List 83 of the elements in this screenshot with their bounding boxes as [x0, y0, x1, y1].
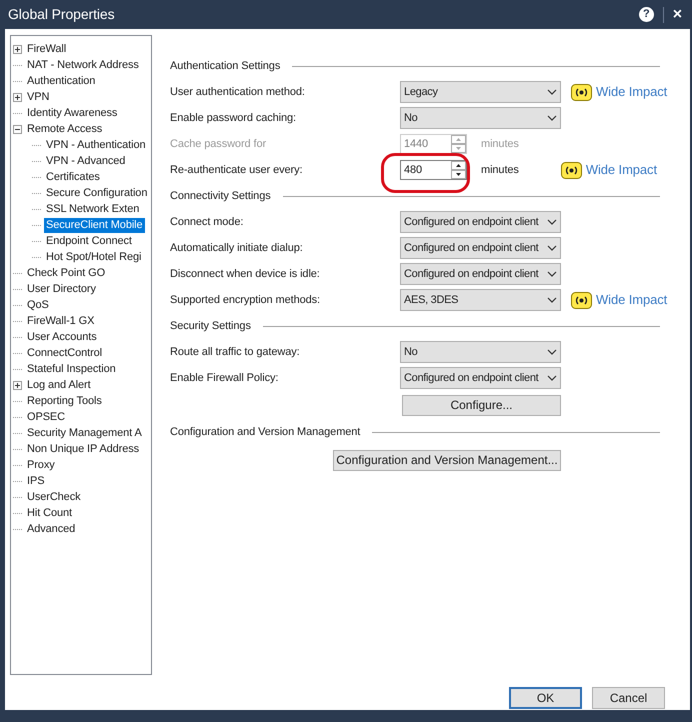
section-title: Security Settings — [170, 318, 251, 334]
tree-item[interactable]: Authentication — [25, 74, 98, 88]
chevron-down-icon — [547, 89, 557, 95]
tree-item[interactable]: QoS — [25, 298, 51, 312]
tree-item[interactable]: VPN — [25, 90, 52, 104]
tree-item[interactable]: Endpoint Connect — [44, 234, 134, 248]
broadcast-icon — [571, 84, 592, 100]
tree-item[interactable]: VPN - Authentication — [44, 138, 148, 152]
chevron-down-icon — [547, 297, 557, 303]
tree-item[interactable]: Hot Spot/Hotel Regi — [44, 250, 144, 264]
ok-button[interactable]: OK — [509, 687, 582, 709]
field-label: Route all traffic to gateway: — [170, 344, 301, 360]
tree-item[interactable]: SSL Network Exten — [44, 202, 142, 216]
chevron-down-icon — [547, 115, 557, 121]
field-label: Disconnect when device is idle: — [170, 266, 321, 282]
dropdown[interactable]: No — [400, 107, 561, 129]
dropdown[interactable]: Configured on endpoint client — [400, 367, 561, 389]
unit-label: minutes — [481, 136, 519, 152]
tree-item[interactable]: NAT - Network Address — [25, 58, 141, 72]
tree-item[interactable]: VPN - Advanced — [44, 154, 128, 168]
cancel-button[interactable]: Cancel — [592, 687, 665, 709]
chevron-down-icon — [547, 349, 557, 355]
broadcast-icon — [571, 292, 592, 308]
section-title: Configuration and Version Management — [170, 424, 360, 440]
tree-item[interactable]: Log and Alert — [25, 378, 93, 392]
configure-button[interactable]: Configure... — [402, 394, 561, 416]
broadcast-icon — [560, 162, 582, 178]
collapse-icon[interactable] — [13, 124, 22, 134]
unit-label: minutes — [481, 162, 519, 178]
expand-icon[interactable] — [13, 92, 22, 102]
dropdown[interactable]: Configured on endpoint client — [400, 211, 561, 233]
field-label: User authentication method: — [170, 84, 306, 100]
field-label: Supported encryption methods: — [170, 292, 321, 308]
field-label: Cache password for — [170, 136, 268, 152]
tree-item[interactable]: Reporting Tools — [25, 394, 104, 408]
tree-item[interactable]: Check Point GO — [25, 266, 108, 280]
management-button[interactable]: Configuration and Version Management... — [333, 450, 561, 470]
chevron-down-icon — [547, 219, 557, 225]
expand-icon[interactable] — [13, 44, 22, 54]
tree-item[interactable]: Security Management A — [25, 426, 144, 440]
field-label: Enable Firewall Policy: — [170, 370, 280, 386]
chevron-down-icon — [547, 245, 557, 251]
spin-arrows-icon[interactable] — [451, 161, 466, 179]
tree-item[interactable]: Secure Configuration — [44, 186, 150, 200]
tree-item[interactable]: UserCheck — [25, 490, 83, 504]
close-button[interactable]: × — [672, 2, 682, 26]
dropdown[interactable]: AES, 3DES — [400, 289, 561, 311]
dropdown[interactable]: Configured on endpoint client — [400, 237, 561, 259]
tree-item[interactable]: SecureClient Mobile — [44, 218, 145, 232]
field-label: Automatically initiate dialup: — [170, 240, 304, 256]
tree-item[interactable]: Advanced — [25, 522, 78, 536]
field-label: Re-authenticate user every: — [170, 162, 304, 178]
spinner-field: 1440 — [400, 134, 467, 154]
tree-item[interactable]: User Directory — [25, 282, 98, 296]
dropdown[interactable]: No — [400, 341, 561, 363]
window-title: Global Properties — [8, 5, 114, 24]
tree-item[interactable]: Remote Access — [25, 122, 104, 136]
tree-item[interactable]: User Accounts — [25, 330, 99, 344]
wide-impact-link[interactable]: Wide Impact — [586, 160, 657, 180]
tree-item[interactable]: IPS — [25, 474, 46, 488]
field-label: Enable password caching: — [170, 110, 298, 126]
tree-item[interactable]: Hit Count — [25, 506, 74, 520]
tree-item[interactable]: Proxy — [25, 458, 57, 472]
section-title: Connectivity Settings — [170, 188, 271, 204]
section-title: Authentication Settings — [170, 58, 280, 74]
tree-item[interactable]: FireWall — [25, 42, 68, 56]
tree-item[interactable]: Certificates — [44, 170, 102, 184]
wide-impact-link[interactable]: Wide Impact — [596, 290, 668, 310]
chevron-down-icon — [547, 271, 557, 277]
help-button[interactable]: ? — [638, 7, 654, 22]
tree-item[interactable]: FireWall-1 GX — [25, 314, 96, 328]
field-label: Connect mode: — [170, 214, 244, 230]
chevron-down-icon — [547, 375, 557, 381]
tree-item[interactable]: ConnectControl — [25, 346, 104, 360]
tree-item[interactable]: Identity Awareness — [25, 106, 120, 120]
spin-arrows-icon — [451, 135, 466, 153]
dropdown[interactable]: Configured on endpoint client — [400, 263, 561, 285]
tree-item[interactable]: Non Unique IP Address — [25, 442, 142, 456]
tree-item[interactable]: Stateful Inspection — [25, 362, 118, 376]
tree-item[interactable]: OPSEC — [25, 410, 68, 424]
dropdown[interactable]: Legacy — [400, 81, 561, 103]
wide-impact-link[interactable]: Wide Impact — [596, 82, 668, 102]
expand-icon[interactable] — [13, 380, 22, 390]
